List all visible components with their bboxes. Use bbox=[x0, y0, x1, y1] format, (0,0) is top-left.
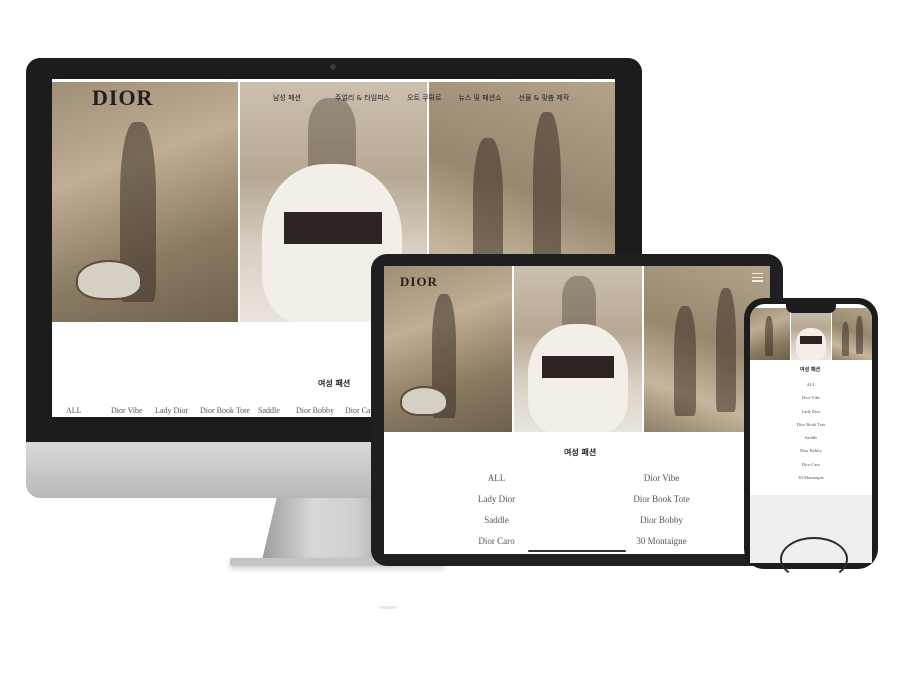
tablet-category-saddle[interactable]: Saddle bbox=[414, 515, 579, 525]
floor-reflection bbox=[380, 606, 396, 609]
nav-item-jewelry[interactable]: 주얼리 & 타임피스 bbox=[335, 93, 390, 103]
category-lady-dior[interactable]: Lady Dior bbox=[155, 406, 200, 415]
tablet-screen: DIOR 여성 패션 ALL Dior Vibe Lady Dior Dior … bbox=[384, 266, 770, 554]
tablet-category-lady-dior[interactable]: Lady Dior bbox=[414, 494, 579, 504]
imac-camera bbox=[330, 64, 336, 70]
hamburger-menu-icon[interactable] bbox=[752, 273, 763, 282]
category-all[interactable]: ALL bbox=[66, 406, 111, 415]
category-dior-vibe[interactable]: Dior Vibe bbox=[111, 406, 155, 415]
tablet-hero-photo-2[interactable] bbox=[514, 266, 642, 432]
nav-item-news[interactable]: 뉴스 및 패션쇼 bbox=[458, 93, 501, 103]
iphone-notch bbox=[786, 304, 836, 313]
mobile-category-book-tote[interactable]: Dior Book Tote bbox=[771, 418, 851, 431]
tablet-category-book-tote[interactable]: Dior Book Tote bbox=[579, 494, 744, 504]
tablet-section-title: 여성 패션 bbox=[564, 448, 597, 457]
mobile-category-lady-dior[interactable]: Lady Dior bbox=[771, 405, 851, 418]
category-book-tote[interactable]: Dior Book Tote bbox=[200, 406, 258, 415]
category-list: ALL Dior Vibe Lady Dior Dior Book Tote S… bbox=[66, 406, 377, 415]
mobile-category-30-montaigne[interactable]: 30 Montaigne bbox=[771, 471, 851, 484]
dior-logo[interactable]: DIOR bbox=[92, 85, 153, 111]
mobile-category-all[interactable]: ALL bbox=[771, 378, 851, 391]
bag-handle-image bbox=[780, 537, 848, 581]
mobile-category-saddle[interactable]: Saddle bbox=[771, 431, 851, 444]
mobile-category-dior-vibe[interactable]: Dior Vibe bbox=[771, 391, 851, 404]
mobile-hero-photo-1[interactable] bbox=[750, 308, 790, 360]
category-saddle[interactable]: Saddle bbox=[258, 406, 296, 415]
tablet-dior-logo[interactable]: DIOR bbox=[400, 274, 438, 290]
mobile-category-dior-bobby[interactable]: Dior Bobby bbox=[771, 444, 851, 457]
tablet-category-30-montaigne[interactable]: 30 Montaigne bbox=[579, 536, 744, 546]
main-nav: 남성 패션 주얼리 & 타임피스 오트 쿠튀르 뉴스 및 패션쇼 선물 & 맞춤… bbox=[273, 93, 569, 103]
home-indicator bbox=[528, 550, 626, 552]
category-dior-bobby[interactable]: Dior Bobby bbox=[296, 406, 345, 415]
mobile-category-list: ALL Dior Vibe Lady Dior Dior Book Tote S… bbox=[771, 378, 851, 484]
nav-item-mens[interactable]: 남성 패션 bbox=[273, 93, 301, 103]
nav-item-gifts[interactable]: 선물 & 맞춤 제작 bbox=[519, 93, 570, 103]
tablet-category-grid: ALL Dior Vibe Lady Dior Dior Book Tote S… bbox=[414, 473, 744, 546]
mobile-hero-photo-2[interactable] bbox=[791, 308, 831, 360]
hero-photo-1[interactable] bbox=[52, 82, 238, 322]
mobile-section-title: 여성 패션 bbox=[800, 367, 821, 373]
mobile-hero-photo-3[interactable] bbox=[832, 308, 872, 360]
section-title: 여성 패션 bbox=[318, 379, 351, 388]
tablet-hero-photo-1[interactable] bbox=[384, 266, 512, 432]
mobile-category-dior-caro[interactable]: Dior Caro bbox=[771, 458, 851, 471]
nav-item-haute-couture[interactable]: 오트 쿠튀르 bbox=[407, 93, 441, 103]
tablet-category-dior-bobby[interactable]: Dior Bobby bbox=[579, 515, 744, 525]
tablet-category-dior-caro[interactable]: Dior Caro bbox=[414, 536, 579, 546]
tablet-category-all[interactable]: ALL bbox=[414, 473, 579, 483]
tablet-category-dior-vibe[interactable]: Dior Vibe bbox=[579, 473, 744, 483]
